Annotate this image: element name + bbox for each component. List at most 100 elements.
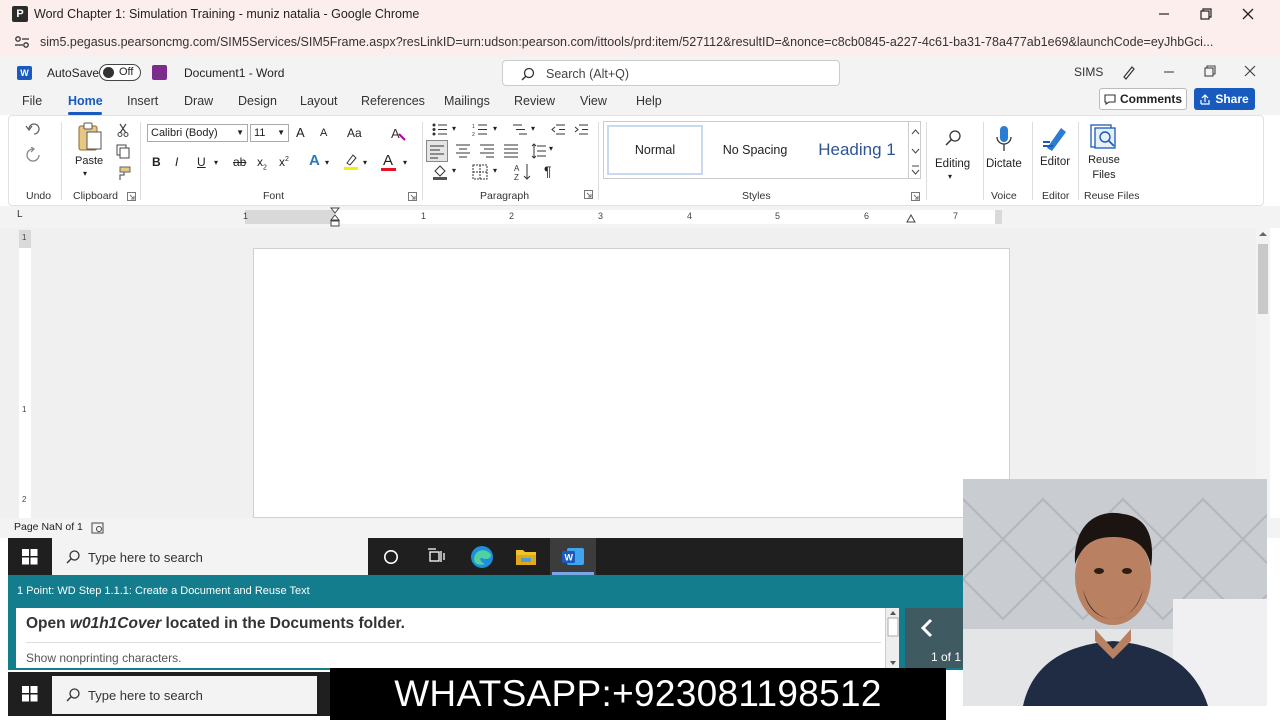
previous-step-button[interactable]: 1 of 1 <box>905 608 963 668</box>
right-indent-marker-icon[interactable] <box>906 214 916 223</box>
paste-icon[interactable] <box>77 122 103 152</box>
word-minimize-icon[interactable] <box>1163 66 1175 78</box>
tab-selector-icon[interactable]: L <box>17 209 23 220</box>
restore-button[interactable] <box>1186 0 1226 28</box>
format-painter-icon[interactable] <box>116 166 131 181</box>
editing-button[interactable]: Editing <box>935 158 970 170</box>
editor-icon[interactable] <box>1041 124 1069 152</box>
superscript-button[interactable]: x2 <box>279 155 289 169</box>
search-input[interactable]: Search (Alt+Q) <box>502 60 840 86</box>
close-button[interactable] <box>1228 0 1268 28</box>
tab-design[interactable]: Design <box>238 94 277 108</box>
font-launcher-icon[interactable] <box>408 192 417 201</box>
reuse-files-button[interactable]: Reuse Files <box>1088 153 1120 183</box>
save-icon[interactable] <box>152 65 167 80</box>
vertical-ruler[interactable]: 1 1 2 <box>19 230 31 518</box>
minimize-button[interactable] <box>1144 0 1184 28</box>
tab-view[interactable]: View <box>580 94 607 108</box>
find-icon[interactable] <box>944 129 962 147</box>
microphone-icon[interactable] <box>994 125 1014 153</box>
shading-dropdown-icon[interactable]: ▾ <box>452 166 456 175</box>
numbering-icon[interactable]: 12 <box>472 123 488 136</box>
increase-indent-icon[interactable] <box>574 123 589 136</box>
tab-file[interactable]: File <box>22 94 42 108</box>
cut-icon[interactable] <box>117 123 129 137</box>
site-settings-icon[interactable] <box>14 35 30 49</box>
underline-button[interactable]: U <box>197 155 206 169</box>
style-normal[interactable]: Normal <box>607 125 703 175</box>
tab-layout[interactable]: Layout <box>300 94 338 108</box>
align-center-icon[interactable] <box>455 143 471 159</box>
autosave-toggle[interactable]: Off <box>99 64 141 81</box>
subscript-button[interactable]: x2 <box>257 155 267 171</box>
vertical-scrollbar[interactable] <box>1256 228 1270 518</box>
multilevel-dropdown-icon[interactable]: ▾ <box>531 124 535 133</box>
tab-references[interactable]: References <box>361 94 425 108</box>
text-effects-button[interactable]: A <box>309 152 320 169</box>
clipboard-launcher-icon[interactable] <box>127 192 136 201</box>
tab-help[interactable]: Help <box>636 94 662 108</box>
accessibility-check-icon[interactable] <box>91 522 104 534</box>
style-heading-1[interactable]: Heading 1 <box>807 125 907 175</box>
copy-icon[interactable] <box>116 144 130 159</box>
text-effects-dropdown-icon[interactable]: ▾ <box>325 158 329 167</box>
windows-start-icon[interactable] <box>22 686 38 702</box>
share-button[interactable]: Share <box>1194 88 1255 110</box>
borders-icon[interactable] <box>472 164 488 180</box>
word-close-icon[interactable] <box>1244 65 1256 77</box>
italic-button[interactable]: I <box>175 155 178 169</box>
decrease-indent-icon[interactable] <box>551 123 566 136</box>
bold-button[interactable]: B <box>152 155 161 169</box>
editing-dropdown-icon[interactable]: ▾ <box>948 172 952 181</box>
justify-icon[interactable] <box>503 143 519 159</box>
dictate-button[interactable]: Dictate <box>986 158 1022 170</box>
address-bar[interactable]: sim5.pegasus.pearsoncmg.com/SIM5Services… <box>0 28 1280 56</box>
font-name-dropdown[interactable]: Calibri (Body) ▼ <box>147 124 248 142</box>
bullets-icon[interactable] <box>432 123 448 136</box>
font-color-dropdown-icon[interactable]: ▾ <box>403 158 407 167</box>
reuse-files-icon[interactable] <box>1089 123 1119 151</box>
strikethrough-button[interactable]: ab <box>233 155 246 169</box>
editor-button[interactable]: Editor <box>1040 156 1070 168</box>
shading-icon[interactable] <box>432 164 448 180</box>
taskbar-search-input[interactable]: Type here to search <box>52 676 317 714</box>
borders-dropdown-icon[interactable]: ▾ <box>493 166 497 175</box>
undo-icon[interactable] <box>25 122 47 136</box>
page-count-status[interactable]: Page NaN of 1 <box>14 521 83 533</box>
edge-browser-icon[interactable] <box>470 545 494 569</box>
redo-icon[interactable] <box>25 147 43 163</box>
line-spacing-icon[interactable] <box>531 143 547 159</box>
numbering-dropdown-icon[interactable]: ▾ <box>493 124 497 133</box>
shrink-font-button[interactable]: A <box>320 127 327 139</box>
cortana-icon[interactable] <box>383 549 399 565</box>
instruction-scrollbar[interactable] <box>885 608 899 668</box>
highlight-dropdown-icon[interactable]: ▾ <box>363 158 367 167</box>
word-restore-icon[interactable] <box>1204 65 1216 77</box>
change-case-button[interactable]: Aa <box>347 126 362 140</box>
show-formatting-button[interactable]: ¶ <box>544 163 552 179</box>
windows-start-icon[interactable] <box>22 549 38 565</box>
line-spacing-dropdown-icon[interactable]: ▾ <box>549 144 553 153</box>
align-right-icon[interactable] <box>479 143 495 159</box>
tab-insert[interactable]: Insert <box>127 94 158 108</box>
highlight-icon[interactable] <box>343 153 359 171</box>
style-no-spacing[interactable]: No Spacing <box>707 125 803 175</box>
paste-label[interactable]: Paste <box>75 155 103 167</box>
comments-button[interactable]: Comments <box>1099 88 1187 110</box>
clear-formatting-icon[interactable]: A <box>390 125 406 141</box>
tab-mailings[interactable]: Mailings <box>444 94 490 108</box>
document-page[interactable] <box>253 248 1010 518</box>
user-name[interactable]: SIMS <box>1074 65 1103 79</box>
grow-font-button[interactable]: A <box>296 125 305 140</box>
scrollbar-thumb[interactable] <box>1258 244 1268 314</box>
url-text[interactable]: sim5.pegasus.pearsoncmg.com/SIM5Services… <box>40 35 1260 49</box>
bullets-dropdown-icon[interactable]: ▾ <box>452 124 456 133</box>
tab-home[interactable]: Home <box>68 94 103 108</box>
word-taskbar-button[interactable]: W <box>550 538 596 575</box>
pen-icon[interactable] <box>1121 64 1137 80</box>
sort-icon[interactable]: AZ <box>514 163 532 181</box>
styles-scroll[interactable] <box>908 122 921 178</box>
paste-dropdown-icon[interactable]: ▾ <box>83 169 87 178</box>
taskbar-search-input[interactable]: Type here to search <box>52 538 368 575</box>
paragraph-launcher-icon[interactable] <box>584 190 593 199</box>
